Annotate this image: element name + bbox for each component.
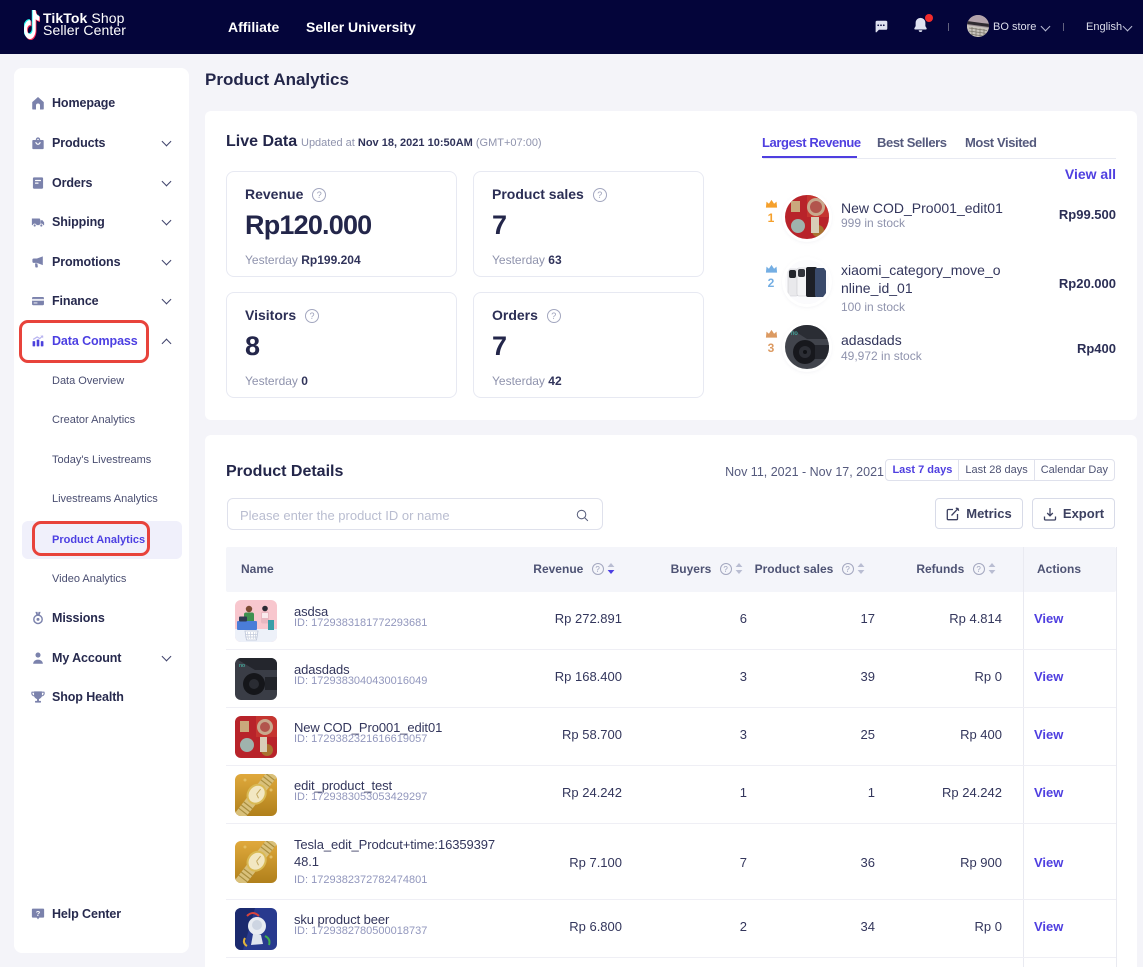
svg-text:no: no bbox=[791, 331, 798, 337]
svg-text:?: ? bbox=[36, 909, 41, 918]
svg-text:no: no bbox=[239, 663, 245, 669]
